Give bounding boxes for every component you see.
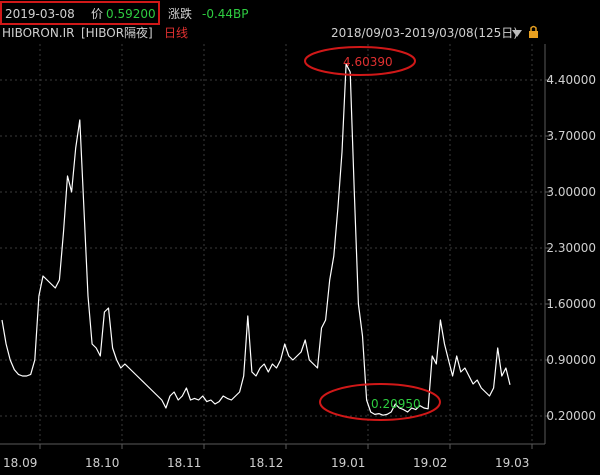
y-tick-label: 0.20000 xyxy=(546,409,596,423)
lock-icon[interactable] xyxy=(529,25,538,39)
chart-canvas: 2019-03-08 价 0.59200 涨跌 -0.44BP HIBORON.… xyxy=(0,1,596,470)
date-range: 2018/09/03-2019/03/08(125日) xyxy=(331,26,518,40)
min-annotation-label: 0.20950 xyxy=(371,397,421,411)
y-tick-label: 0.90000 xyxy=(546,353,596,367)
symbol-code: HIBORON.IR xyxy=(2,26,74,40)
y-tick-label: 4.40000 xyxy=(546,73,596,87)
symbol-name: [HIBOR隔夜] xyxy=(81,25,153,40)
change-label: 涨跌 xyxy=(168,6,192,21)
series-line-layer xyxy=(1,63,511,416)
x-tick-label: 19.02 xyxy=(413,456,447,470)
y-tick-label: 1.60000 xyxy=(546,297,596,311)
max-annotation-label: 4.60390 xyxy=(343,55,393,69)
x-tick-label: 19.03 xyxy=(495,456,529,470)
header-date: 2019-03-08 xyxy=(5,7,75,21)
change-value: -0.44BP xyxy=(202,7,249,21)
x-tick-labels: 18.09 18.10 18.11 18.12 19.01 19.02 19.03 xyxy=(3,456,529,470)
price-value: 0.59200 xyxy=(106,7,156,21)
x-tick-label: 18.10 xyxy=(85,456,119,470)
x-tick-label: 18.11 xyxy=(167,456,201,470)
price-label: 价 xyxy=(91,7,103,21)
y-tick-label: 3.70000 xyxy=(546,129,596,143)
series-line xyxy=(1,63,511,416)
x-tick-label: 18.09 xyxy=(3,456,37,470)
grid-layer xyxy=(0,44,550,449)
y-tick-label: 2.30000 xyxy=(546,241,596,255)
y-tick-label: 3.00000 xyxy=(546,185,596,199)
x-tick-label: 18.12 xyxy=(249,456,283,470)
period-label: 日线 xyxy=(164,26,188,40)
chart-root: 2019-03-08 价 0.59200 涨跌 -0.44BP HIBORON.… xyxy=(0,0,600,475)
y-tick-labels: 0.20000 0.90000 1.60000 2.30000 3.00000 3.700… xyxy=(546,73,596,423)
x-tick-label: 19.01 xyxy=(331,456,365,470)
